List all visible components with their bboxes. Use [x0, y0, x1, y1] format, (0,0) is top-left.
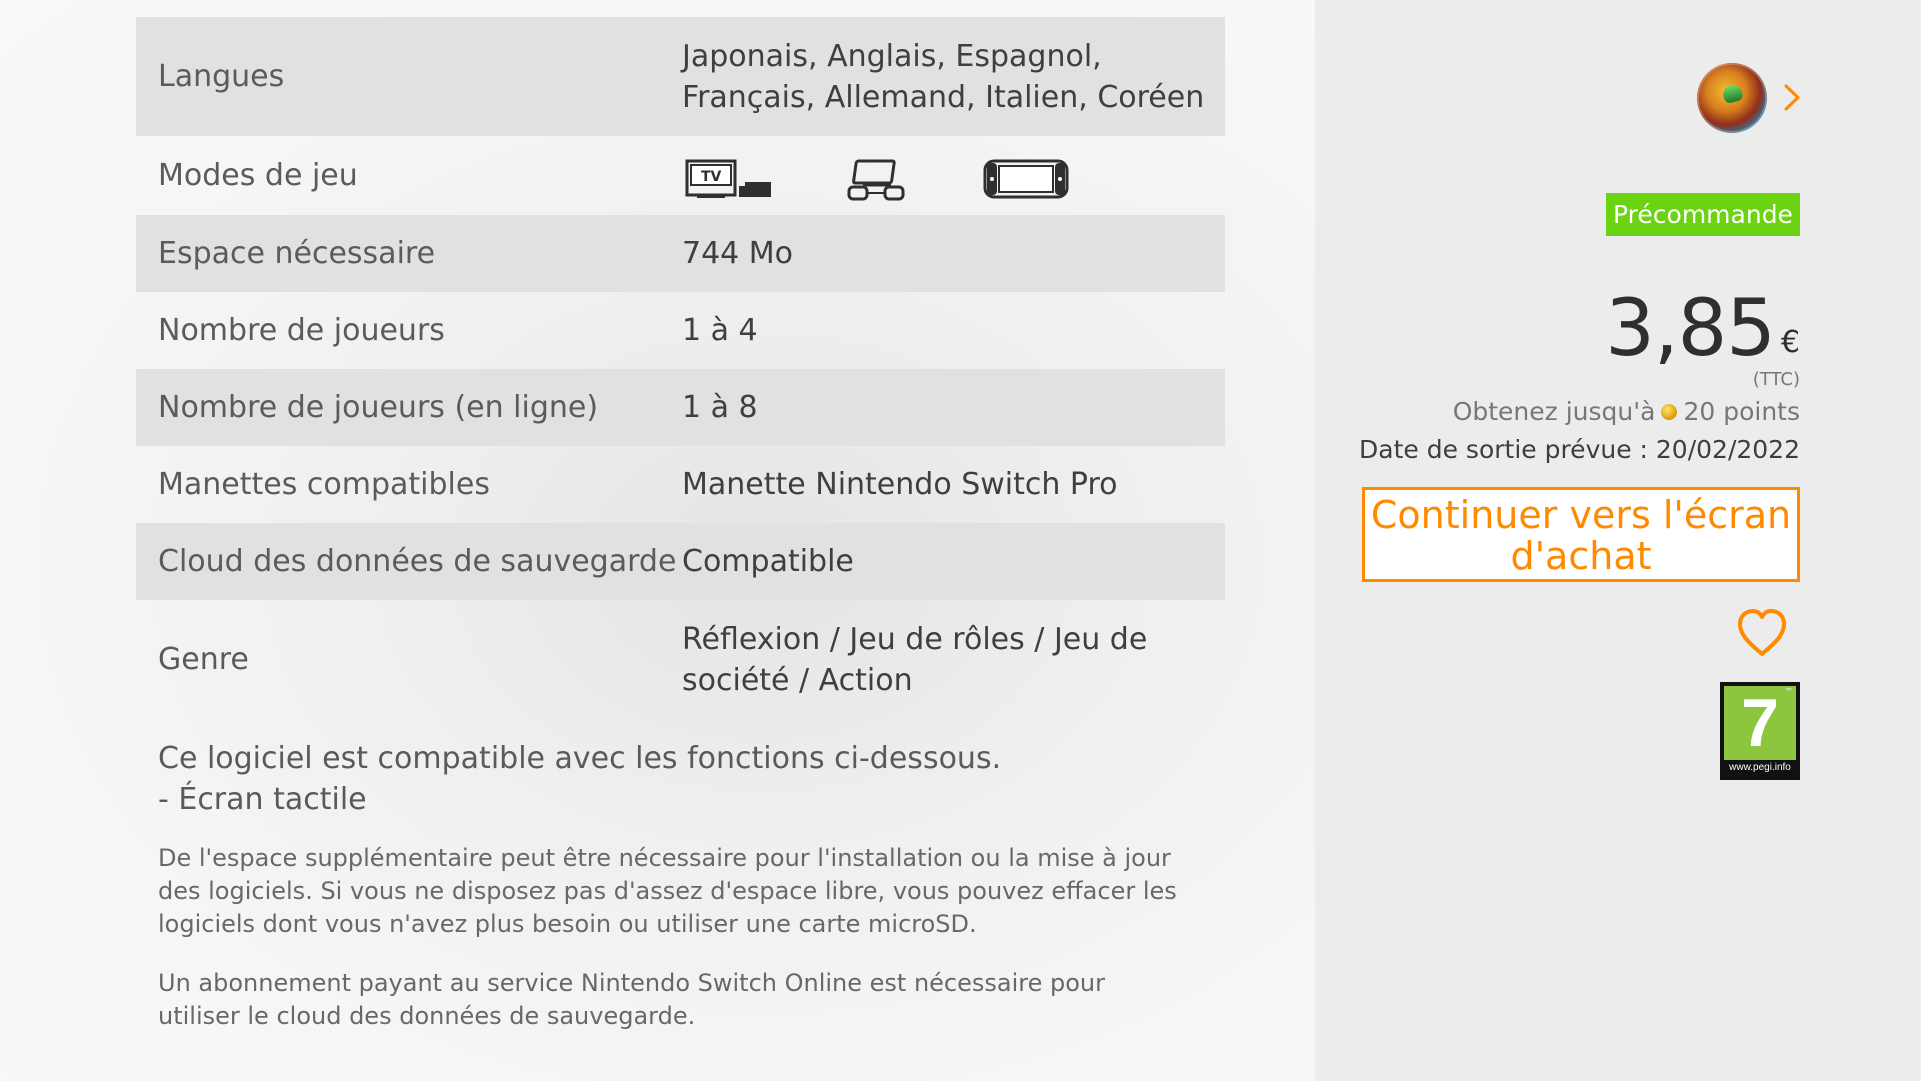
gold-points-info: Obtenez jusqu'à 20 points	[1453, 397, 1800, 426]
compatibility-line: Ce logiciel est compatible avec les fonc…	[158, 741, 1002, 776]
release-date: Date de sortie prévue : 20/02/2022	[1359, 435, 1800, 464]
compatibility-section: Ce logiciel est compatible avec les fonc…	[158, 738, 1198, 820]
save-cloud-value: Compatible	[682, 544, 854, 579]
players-label: Nombre de joueurs	[158, 313, 445, 348]
tax-note: (TTC)	[1752, 369, 1800, 390]
save-cloud-label: Cloud des données de sauvegarde	[158, 544, 677, 579]
online-service-note: Un abonnement payant au service Nintendo…	[158, 969, 1106, 1030]
play-modes-value: TV	[682, 151, 1225, 201]
genre-label: Genre	[158, 642, 249, 677]
storage-row: Espace nécessaire 744 Mo	[136, 215, 1225, 292]
play-modes-label: Modes de jeu	[158, 158, 358, 193]
game-info-table: Langues Japonais, Anglais, Espagnol, Fra…	[136, 17, 1225, 719]
pegi-url: www.pegi.info	[1729, 762, 1791, 773]
save-cloud-row: Cloud des données de sauvegarde Compatib…	[136, 523, 1225, 600]
price-display: 3,85 €	[1605, 290, 1800, 368]
pegi-age: 7	[1741, 685, 1779, 761]
controllers-label: Manettes compatibles	[158, 467, 490, 502]
players-row: Nombre de joueurs 1 à 4	[136, 292, 1225, 369]
play-modes-row: Modes de jeu TV	[136, 136, 1225, 215]
genre-row: Genre Réflexion / Jeu de rôles / Jeu de …	[136, 600, 1225, 719]
points-prefix: Obtenez jusqu'à	[1452, 397, 1656, 426]
storage-label: Espace nécessaire	[158, 236, 436, 271]
languages-row: Langues Japonais, Anglais, Espagnol, Fra…	[136, 17, 1225, 136]
online-players-value: 1 à 8	[682, 390, 758, 425]
details-panel: Langues Japonais, Anglais, Espagnol, Fra…	[0, 0, 1315, 1081]
pegi-trademark: ™	[1785, 687, 1793, 696]
avatar-helmet-visor	[1721, 82, 1744, 105]
tabletop-mode-icon	[845, 157, 907, 201]
price-currency: €	[1780, 325, 1800, 360]
pegi-rating-box: 7 ™	[1724, 686, 1796, 760]
handheld-mode-icon	[983, 157, 1069, 201]
points-value: 20 points	[1683, 397, 1800, 426]
storage-note: De l'espace supplémentaire peut être néc…	[158, 844, 1177, 938]
touchscreen-feature: - Écran tactile	[158, 782, 367, 817]
players-value: 1 à 4	[682, 313, 758, 348]
storage-value: 744 Mo	[682, 236, 794, 271]
play-modes-icons: TV	[682, 151, 1225, 201]
online-players-label: Nombre de joueurs (en ligne)	[158, 390, 599, 425]
gold-points-icon	[1661, 404, 1678, 420]
tv-mode-icon: TV	[685, 157, 773, 201]
tv-mode-label: TV	[701, 169, 722, 185]
price-amount: 3,85	[1605, 284, 1776, 374]
online-players-row: Nombre de joueurs (en ligne) 1 à 8	[136, 369, 1225, 446]
eshop-game-details-screen: Langues Japonais, Anglais, Espagnol, Fra…	[0, 0, 1921, 1081]
genre-value: Réflexion / Jeu de rôles / Jeu de sociét…	[682, 621, 1148, 698]
controllers-value: Manette Nintendo Switch Pro	[682, 467, 1118, 502]
user-avatar-icon[interactable]	[1697, 63, 1767, 133]
languages-label: Langues	[158, 59, 285, 94]
preorder-badge: Précommande	[1606, 193, 1800, 236]
controllers-row: Manettes compatibles Manette Nintendo Sw…	[136, 446, 1225, 523]
heart-icon[interactable]	[1735, 607, 1789, 659]
languages-value: Japonais, Anglais, Espagnol, Français, A…	[682, 38, 1205, 115]
pegi-rating-icon: 7 ™ www.pegi.info	[1720, 682, 1800, 780]
continue-to-purchase-button[interactable]: Continuer vers l'écran d'achat	[1362, 487, 1800, 582]
chevron-right-icon[interactable]	[1780, 80, 1804, 115]
